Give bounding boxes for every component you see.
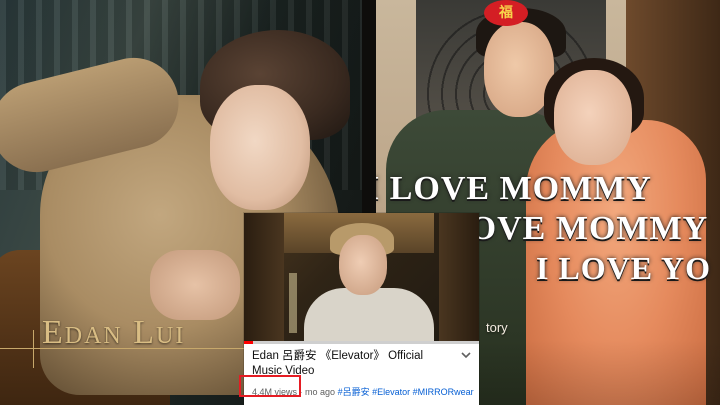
- hand: [150, 250, 240, 320]
- upload-age: · mo ago: [299, 387, 336, 397]
- artist-name: Edan Lui: [42, 314, 186, 351]
- singer-face: [339, 235, 387, 295]
- hashtag-link[interactable]: #Elevator: [372, 387, 410, 397]
- elevator-wall-right: [439, 213, 479, 341]
- lyric-line-1: I LOVE MOMMY: [376, 170, 652, 207]
- story-caption: tory: [486, 320, 508, 335]
- singer-jacket: [304, 288, 434, 341]
- lyric-line-3: I LOVE YO: [536, 250, 711, 286]
- views-highlight-box: [239, 375, 301, 397]
- lantern-glyph: 福: [499, 4, 513, 20]
- name-accent-line: [33, 330, 34, 368]
- face: [210, 85, 310, 210]
- hashtag-link[interactable]: #呂爵安: [338, 387, 370, 397]
- elevator-wall-left: [244, 213, 284, 341]
- video-thumbnail[interactable]: [244, 213, 479, 341]
- chevron-down-icon[interactable]: [458, 349, 474, 365]
- hashtag-link[interactable]: #MIRRORwear: [413, 387, 474, 397]
- woman-face: [554, 70, 632, 165]
- lyric-line-2: LOVE MOMMY: [446, 210, 709, 247]
- video-progress-fill: [244, 341, 254, 344]
- video-progress-bar[interactable]: [244, 341, 479, 344]
- light-strip: [289, 273, 297, 333]
